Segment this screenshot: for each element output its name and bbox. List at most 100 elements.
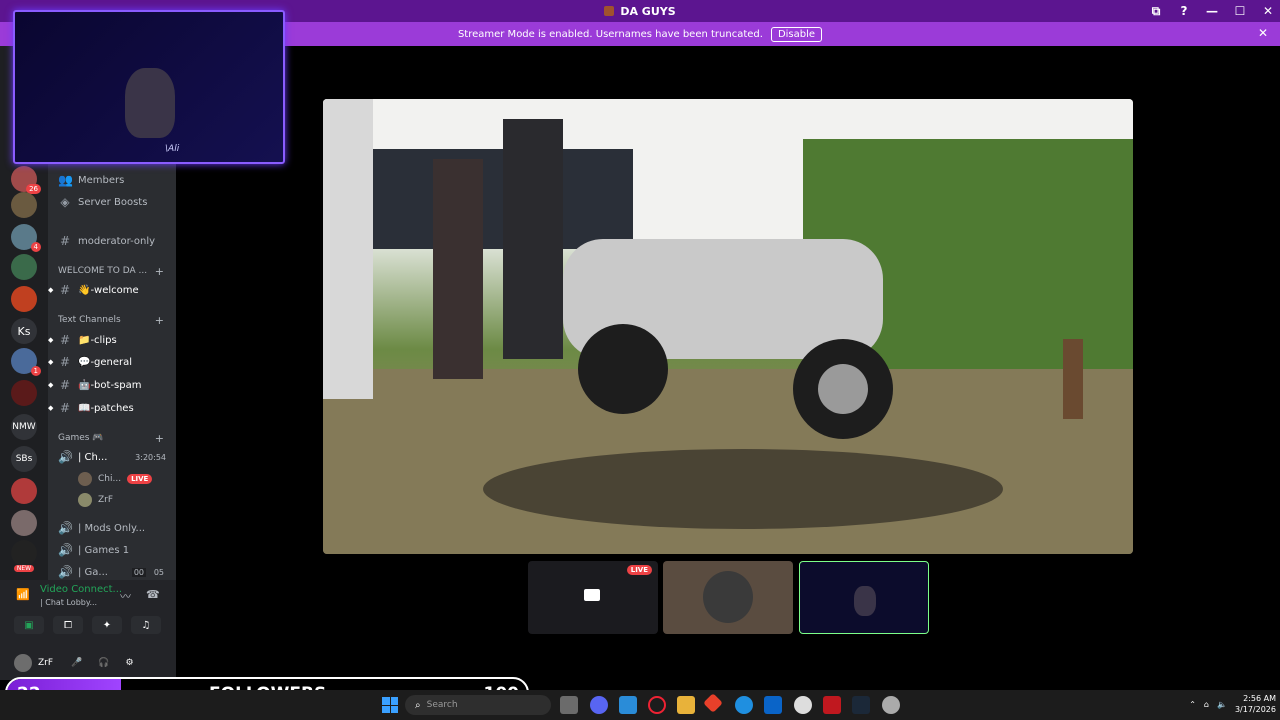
server-icon[interactable] [11,380,37,406]
window-controls: ⧉ ? — ☐ ✕ [1140,0,1280,22]
help-icon[interactable]: ? [1172,4,1196,18]
category-games[interactable]: Games 🎮 + [48,430,176,446]
discord-icon[interactable] [590,696,608,714]
server-label: NMW [12,422,36,432]
server-icon[interactable]: NEW [11,540,37,572]
disconnect-icon[interactable]: ☎ [146,588,160,601]
voice-channel-ch[interactable]: 🔊 | Ch... 3:20:54 [48,447,176,467]
close-button[interactable]: ✕ [1256,4,1280,18]
speaker-icon: 🔊 [58,450,73,464]
server-icon[interactable] [11,192,37,218]
signal-icon: 📶 [16,588,30,601]
voice-channel-mods[interactable]: 🔊 | Mods Only... [48,518,176,538]
voice-channel-label: | Games 1 [78,544,130,556]
app-icon[interactable] [823,696,841,714]
headphones-icon[interactable]: 🎧 [98,658,109,668]
gear-icon[interactable]: ⚙ [125,658,133,668]
start-button[interactable] [382,697,398,713]
steam-icon[interactable] [852,696,870,714]
channel-bot-spam[interactable]: ◆ # 🤖-bot-spam [48,375,176,395]
live-badge: LIVE [127,474,153,484]
category-text-channels[interactable]: Text Channels + [48,312,176,328]
members-icon: 👥 [58,173,73,187]
voice-connection-panel: 📶 Video Connect... | Chat Lobby... 〰 ☎ ▣… [0,580,176,680]
add-channel-icon[interactable]: + [155,265,164,278]
chevron-up-icon[interactable]: ⌃ [1189,700,1196,709]
main-video-stream[interactable] [323,99,1133,554]
server-nmw[interactable]: NMW [11,414,37,440]
stream-thumbnail[interactable]: LIVE [528,561,658,634]
user-panel[interactable]: ZrF 🎤 🎧 ⚙ [14,654,134,672]
user-tile-webcam[interactable] [799,561,929,634]
screen-share-button[interactable]: ⧠ [53,616,83,634]
microphone-icon[interactable]: 🎤 [71,658,82,668]
opera-icon[interactable] [648,696,666,714]
category-label: WELCOME TO DA ... [58,266,148,276]
tent-canopy [363,149,633,249]
server-icon[interactable]: 1 [11,348,41,376]
maximize-button[interactable]: ☐ [1228,4,1252,18]
clock-time: 2:56 AM [1243,694,1276,703]
camera-button[interactable]: ▣ [14,616,44,634]
voice-timer: 3:20:54 [135,452,166,462]
activities-button[interactable]: ✦ [92,616,122,634]
channel-general[interactable]: ◆ # 💬-general [48,352,176,372]
channel-patches[interactable]: ◆ # 📖-patches [48,398,176,418]
voice-status: Video Connect... [40,584,123,595]
webcam-caption: \Ali [165,144,180,154]
help-icon[interactable] [735,696,753,714]
voice-channel-name[interactable]: | Chat Lobby... [40,598,97,607]
obs-icon[interactable] [882,696,900,714]
folder-icon[interactable] [677,696,695,714]
sidebar-item-members[interactable]: 👥 Members [48,170,176,190]
close-icon[interactable]: ✕ [1258,26,1268,40]
notification-badge: 1 [30,366,41,376]
sidebar-item-server-boosts[interactable]: ◈ Server Boosts [48,192,176,212]
taskbar-search[interactable]: ⌕ Search [405,695,551,715]
server-icon[interactable] [11,254,37,280]
server-sbs[interactable]: SBs [11,446,37,472]
file-explorer-icon[interactable] [560,696,578,714]
server-icon[interactable] [11,286,37,312]
channel-label: moderator-only [78,235,156,247]
shadow [483,449,1003,529]
voice-channel-games1[interactable]: 🔊 | Games 1 [48,540,176,560]
inbox-icon[interactable]: ⧉ [1144,4,1168,19]
disable-button[interactable]: Disable [770,26,823,42]
avatar [703,571,753,623]
add-channel-icon[interactable]: + [155,432,164,445]
add-channel-icon[interactable]: + [155,314,164,327]
channel-moderator-only[interactable]: # moderator-only [48,231,176,251]
noise-suppression-icon[interactable]: 〰 [120,588,131,604]
avatar [78,472,92,486]
app-icon[interactable] [619,696,637,714]
channel-welcome[interactable]: ◆ # 👋-welcome [48,280,176,300]
category-welcome[interactable]: WELCOME TO DA ... + [48,263,176,279]
voice-channel-ga[interactable]: 🔊 | Ga... 00 05 [48,562,176,580]
fence-post [1063,339,1083,419]
volume-icon[interactable]: 🔈 [1217,700,1227,709]
clock[interactable]: 2:56 AM 3/17/2026 [1235,693,1276,715]
soundboard-button[interactable]: ♫ [131,616,161,634]
username: ZrF [38,658,54,668]
git-icon[interactable] [703,693,723,713]
server-icon[interactable]: 26 [11,166,41,194]
hash-icon: # [59,283,71,297]
steelseries-icon[interactable] [794,696,812,714]
voice-user-chi[interactable]: Chi... LIVE [78,470,153,488]
user-tile-car[interactable] [663,561,793,634]
minimize-button[interactable]: — [1200,4,1224,18]
channel-label: 👋-welcome [78,284,139,296]
user-limit: 05 [153,567,164,577]
outlook-icon[interactable] [764,696,782,714]
server-icon[interactable] [11,510,37,536]
server-icon[interactable] [11,478,37,504]
channel-clips[interactable]: ◆ # 📁-clips [48,330,176,350]
network-icon[interactable]: ⌂ [1204,700,1209,709]
speaker-icon: 🔊 [58,543,73,557]
search-placeholder: Search [426,700,458,710]
voice-user-zrf[interactable]: ZrF [78,491,113,509]
server-ks[interactable]: Ks [11,318,37,344]
server-icon[interactable]: 4 [11,224,41,252]
speaker-icon: 🔊 [58,521,73,535]
